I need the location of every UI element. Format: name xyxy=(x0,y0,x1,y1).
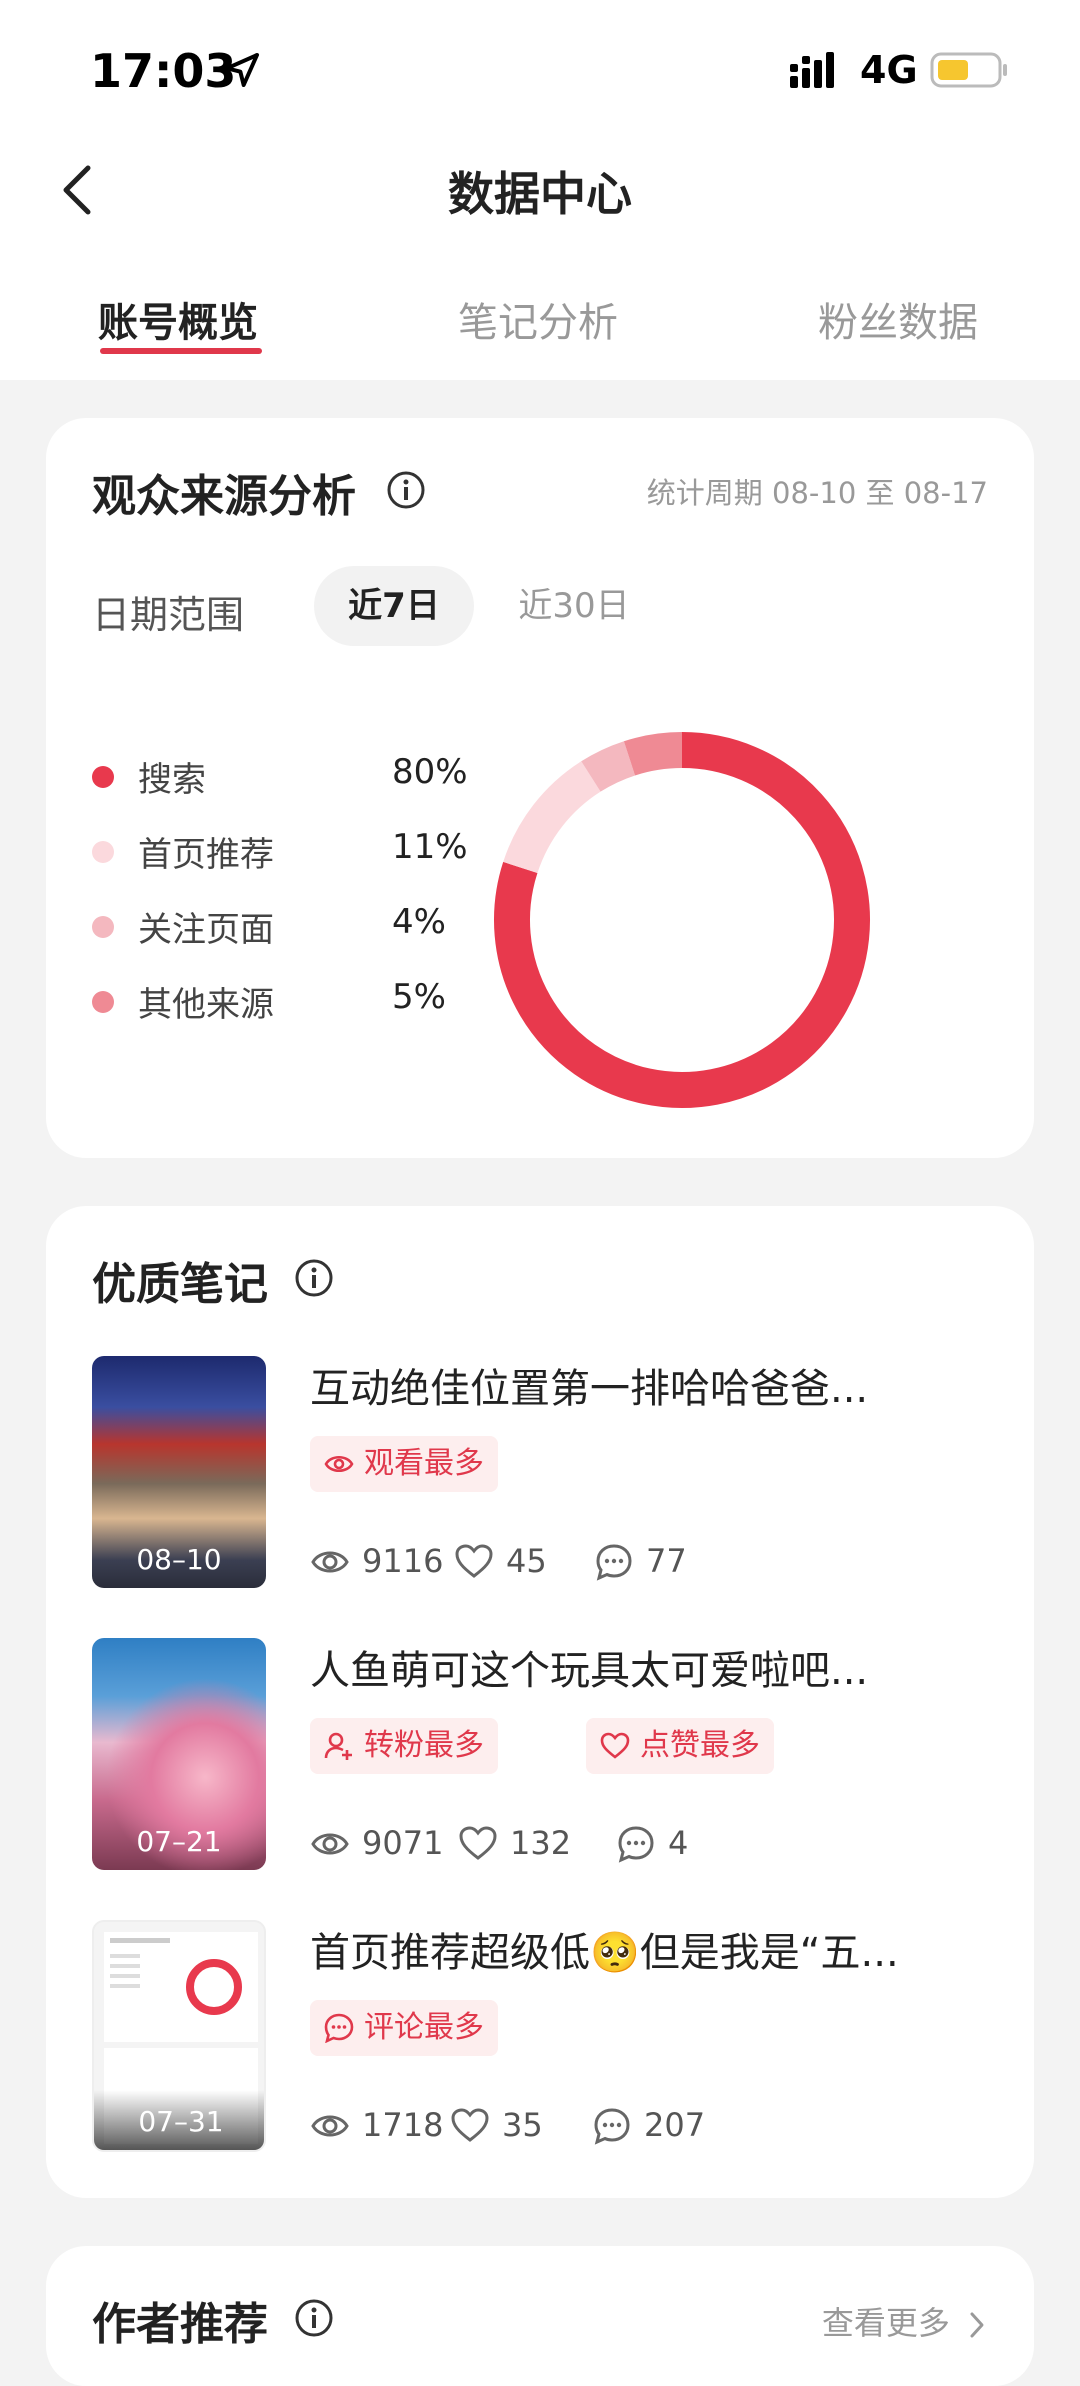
range-30-days[interactable]: 近30日 xyxy=(494,566,654,646)
heart-icon xyxy=(451,2108,489,2142)
note-thumbnail[interactable]: 07–31 xyxy=(92,1920,266,2152)
quality-notes-title: 优质笔记 xyxy=(92,1259,268,1310)
tab-fans-data[interactable]: 粉丝数据 xyxy=(818,290,978,348)
author-rec-title: 作者推荐 xyxy=(92,2299,268,2350)
view-count-value: 1718 xyxy=(362,2106,444,2144)
like-count-value: 132 xyxy=(510,1824,572,1862)
heart-icon xyxy=(459,1826,497,1860)
location-arrow-icon xyxy=(225,53,259,87)
eye-icon xyxy=(311,1551,349,1573)
comment-count-value: 207 xyxy=(644,2106,706,2144)
eye-icon xyxy=(311,1833,349,1855)
author-recommend-card: 作者推荐 查看更多 xyxy=(46,2246,1034,2386)
thumbnail-preview-graphic xyxy=(104,1932,258,2042)
note-item[interactable]: 07–31 首页推荐超级低🥺但是我是“五... 评论最多 1718 35 207 xyxy=(92,1920,992,2160)
note-date: 07–21 xyxy=(136,1825,222,1858)
battery-icon xyxy=(930,52,1007,88)
legend-item: 首页推荐 11% xyxy=(92,827,492,877)
tab-account-overview[interactable]: 账号概览 xyxy=(98,290,258,348)
header-area: 17:03 4G 数据中心 账号概览 笔记分析 粉丝数据 xyxy=(0,0,1080,380)
comment-icon xyxy=(596,1544,632,1581)
eye-icon xyxy=(324,1455,354,1473)
comment-icon xyxy=(324,2013,354,2043)
view-count-value: 9116 xyxy=(362,1542,444,1580)
donut-slice-4 xyxy=(623,732,683,776)
note-date: 08–10 xyxy=(136,1543,222,1576)
note-title: 首页推荐超级低🥺但是我是“五... xyxy=(310,1930,899,1976)
view-more-link[interactable]: 查看更多 xyxy=(822,2298,988,2344)
heart-icon xyxy=(455,1544,493,1578)
note-item[interactable]: 08–10 互动绝佳位置第一排哈哈爸爸... 观看最多 9116 45 77 xyxy=(92,1356,992,1596)
legend-label: 关注页面 xyxy=(138,910,274,950)
stat-period: 统计周期 08-10 至 08-17 xyxy=(646,476,988,510)
legend-dot xyxy=(92,841,114,863)
date-range-label: 日期范围 xyxy=(92,593,245,637)
note-thumbnail[interactable]: 08–10 xyxy=(92,1356,266,1588)
note-item[interactable]: 07–21 人鱼萌可这个玩具太可爱啦吧... 转粉最多 点赞最多 9071 13… xyxy=(92,1638,992,1878)
quality-notes-card: 优质笔记 08–10 互动绝佳位置第一排哈哈爸爸... 观看最多 9116 45… xyxy=(46,1206,1034,2198)
legend-dot xyxy=(92,766,114,788)
like-count-value: 35 xyxy=(502,2106,543,2144)
tag-most-viewed: 观看最多 xyxy=(310,1436,498,1492)
tag-label: 转粉最多 xyxy=(364,1728,484,1763)
status-bar: 17:03 4G xyxy=(0,0,1080,140)
note-thumbnail[interactable]: 07–21 xyxy=(92,1638,266,1870)
comment-count-value: 77 xyxy=(646,1542,687,1580)
comment-icon xyxy=(594,2108,630,2145)
legend-value: 80% xyxy=(392,752,468,792)
legend-item: 关注页面 4% xyxy=(92,902,492,952)
legend-item: 搜索 80% xyxy=(92,752,492,802)
tag-most-comments: 评论最多 xyxy=(310,2000,498,2056)
donut-slice-2 xyxy=(503,761,601,874)
legend-value: 5% xyxy=(392,977,446,1017)
tag-label: 评论最多 xyxy=(364,2010,484,2045)
user-add-icon xyxy=(324,1732,352,1760)
view-count-value: 9071 xyxy=(362,1824,444,1862)
note-title: 互动绝佳位置第一排哈哈爸爸... xyxy=(310,1366,869,1412)
legend-dot xyxy=(92,991,114,1013)
tag-label: 观看最多 xyxy=(364,1446,484,1481)
view-more-label: 查看更多 xyxy=(821,2304,950,2342)
chevron-right-icon xyxy=(970,2312,984,2338)
comment-count-value: 4 xyxy=(668,1824,689,1862)
legend-label: 首页推荐 xyxy=(138,835,274,875)
info-icon[interactable] xyxy=(386,470,426,510)
legend-item: 其他来源 5% xyxy=(92,977,492,1027)
tab-note-analysis[interactable]: 笔记分析 xyxy=(458,290,618,348)
tag-label: 点赞最多 xyxy=(640,1728,760,1763)
network-type: 4G xyxy=(860,48,918,92)
donut-slice-3 xyxy=(581,741,636,792)
nav-bar: 数据中心 xyxy=(0,140,1080,240)
page-title: 数据中心 xyxy=(448,167,632,221)
cellular-signal-icon xyxy=(790,52,834,88)
legend-value: 4% xyxy=(392,902,446,942)
like-count-value: 45 xyxy=(506,1542,547,1580)
eye-icon xyxy=(311,2115,349,2137)
tag-most-followers: 转粉最多 xyxy=(310,1718,498,1774)
audience-title: 观众来源分析 xyxy=(92,471,356,522)
info-icon[interactable] xyxy=(294,1258,334,1298)
legend-dot xyxy=(92,916,114,938)
tab-bar: 账号概览 笔记分析 粉丝数据 xyxy=(0,280,1080,380)
legend-label: 搜索 xyxy=(138,760,206,800)
range-7-days[interactable]: 近7日 xyxy=(314,566,474,646)
source-donut-chart xyxy=(494,732,870,1108)
active-tab-indicator xyxy=(100,348,262,354)
tag-most-likes: 点赞最多 xyxy=(586,1718,774,1774)
audience-source-card: 观众来源分析 统计周期 08-10 至 08-17 日期范围 近7日 近30日 … xyxy=(46,418,1034,1158)
status-time: 17:03 xyxy=(90,44,237,98)
legend-label: 其他来源 xyxy=(138,985,274,1025)
comment-icon xyxy=(618,1826,654,1863)
info-icon[interactable] xyxy=(294,2298,334,2338)
note-date: 07–31 xyxy=(138,2105,224,2138)
note-title: 人鱼萌可这个玩具太可爱啦吧... xyxy=(310,1648,869,1694)
legend-value: 11% xyxy=(392,827,468,867)
heart-icon xyxy=(600,1732,630,1759)
